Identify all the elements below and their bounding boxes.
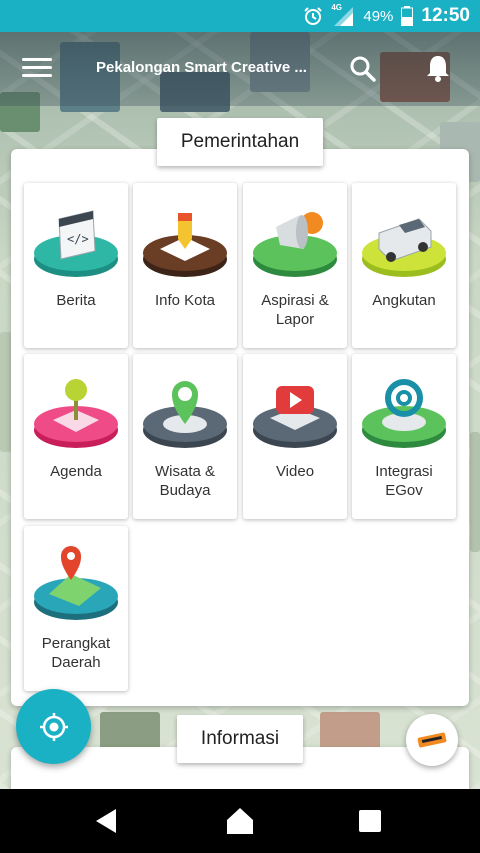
battery-icon	[401, 6, 414, 26]
tile-angkutan[interactable]: Angkutan	[352, 183, 456, 348]
app-header: Pekalongan Smart Creative ...	[0, 32, 480, 106]
section-title-informasi: Informasi	[177, 715, 303, 763]
clock: 12:50	[421, 5, 470, 26]
transport-icon	[362, 218, 446, 277]
tile-berita[interactable]: </> Berita	[24, 183, 128, 348]
location-button[interactable]	[16, 689, 91, 764]
alarm-icon	[304, 7, 323, 25]
tile-label: Perangkat Daerah	[41, 635, 111, 671]
brand-logo-icon	[417, 732, 447, 748]
tile-perangkat-daerah[interactable]: Perangkat Daerah	[24, 526, 128, 691]
tile-label: Agenda	[50, 463, 102, 480]
app-title: Pekalongan Smart Creative ...	[96, 59, 307, 76]
battery-percent: 49%	[363, 7, 394, 25]
tile-video[interactable]: Video	[243, 354, 347, 519]
status-bar: 4G 49% 12:50	[0, 0, 480, 32]
signal-icon: 4G	[331, 3, 355, 27]
report-icon	[253, 212, 337, 277]
tile-integrasi-egov[interactable]: Integrasi EGov	[352, 354, 456, 519]
home-icon[interactable]	[225, 807, 255, 835]
tile-agenda[interactable]: Agenda	[24, 354, 128, 519]
section-title-pemerintahan: Pemerintahan	[157, 118, 323, 166]
search-icon[interactable]	[348, 54, 378, 84]
recents-icon[interactable]	[355, 807, 385, 835]
system-nav-bar	[0, 789, 480, 853]
video-icon	[253, 386, 337, 448]
back-icon[interactable]	[92, 807, 122, 835]
tile-label: Video	[275, 463, 315, 480]
svg-text:</>: </>	[67, 232, 89, 246]
tile-info-kota[interactable]: Info Kota	[133, 183, 237, 348]
tile-wisata-budaya[interactable]: Wisata & Budaya	[133, 354, 237, 519]
regional-device-icon	[34, 546, 118, 620]
crosshair-icon	[39, 712, 68, 741]
news-icon: </>	[34, 210, 118, 277]
tile-aspirasi-lapor[interactable]: Aspirasi & Lapor	[243, 183, 347, 348]
egov-icon	[362, 379, 446, 448]
agenda-icon	[34, 379, 118, 448]
tile-label: Angkutan	[372, 292, 436, 309]
notification-bell-icon[interactable]	[424, 53, 452, 83]
hamburger-menu-icon[interactable]	[22, 58, 52, 80]
city-info-icon	[143, 213, 227, 277]
tile-label: Wisata & Budaya	[154, 463, 215, 499]
tile-label: Berita	[56, 292, 96, 309]
tile-label: Info Kota	[154, 292, 216, 309]
tile-label: Integrasi EGov	[375, 463, 433, 499]
brand-logo-button[interactable]	[406, 714, 458, 766]
tourism-icon	[143, 381, 227, 448]
tile-label: Aspirasi & Lapor	[261, 292, 329, 328]
